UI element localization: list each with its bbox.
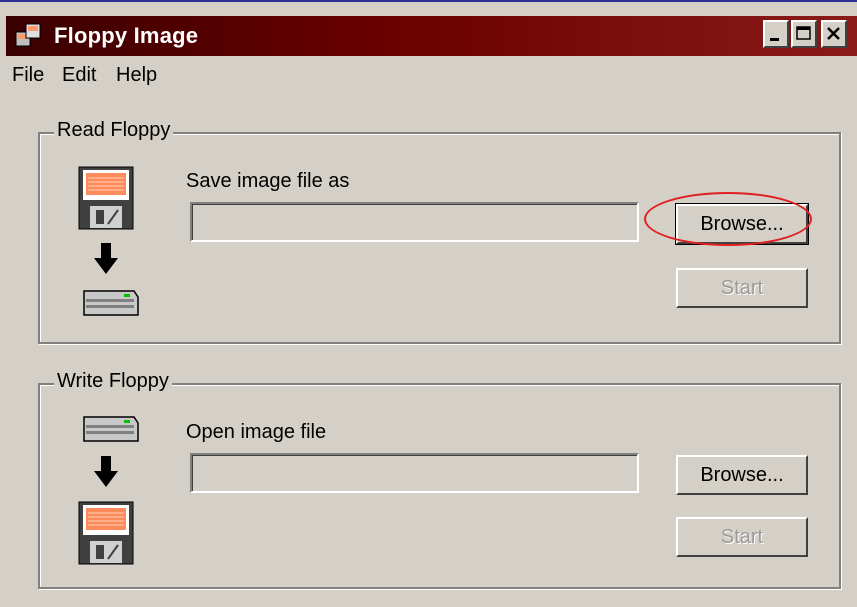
write-floppy-label: Write Floppy	[54, 370, 172, 393]
menu-help[interactable]: Help	[116, 64, 157, 87]
floppy-disk-icon	[78, 166, 134, 230]
read-floppy-label: Read Floppy	[54, 119, 174, 142]
save-image-path-input[interactable]	[190, 202, 639, 242]
minimize-button[interactable]	[763, 20, 789, 48]
read-start-button[interactable]: Start	[676, 268, 808, 308]
menu-file[interactable]: File	[12, 64, 44, 87]
maximize-icon	[796, 26, 811, 40]
minimize-icon	[770, 38, 779, 41]
menu-bar: File Edit Help	[0, 60, 857, 96]
open-image-path-input[interactable]	[190, 453, 639, 493]
floppy-image-window: Floppy Image File Edit Help Read Floppy	[0, 0, 857, 607]
close-icon	[827, 27, 840, 40]
write-start-button[interactable]: Start	[676, 517, 808, 557]
write-browse-button[interactable]: Browse...	[676, 455, 808, 495]
maximize-button[interactable]	[791, 20, 817, 48]
arrow-down-icon	[94, 456, 118, 487]
title-bar[interactable]: Floppy Image	[6, 16, 857, 56]
window-title: Floppy Image	[54, 23, 199, 48]
drive-icon	[83, 416, 139, 442]
save-image-label: Save image file as	[186, 170, 350, 192]
menu-edit[interactable]: Edit	[62, 64, 96, 87]
drive-icon	[83, 290, 139, 316]
close-button[interactable]	[821, 20, 847, 48]
write-floppy-group: Write Floppy Open image file Browse... S…	[38, 370, 841, 589]
highlight-annotation	[644, 192, 812, 246]
floppy-disk-icon	[78, 501, 134, 565]
open-image-label: Open image file	[186, 421, 327, 443]
app-icon	[15, 23, 41, 47]
arrow-down-icon	[94, 243, 118, 274]
